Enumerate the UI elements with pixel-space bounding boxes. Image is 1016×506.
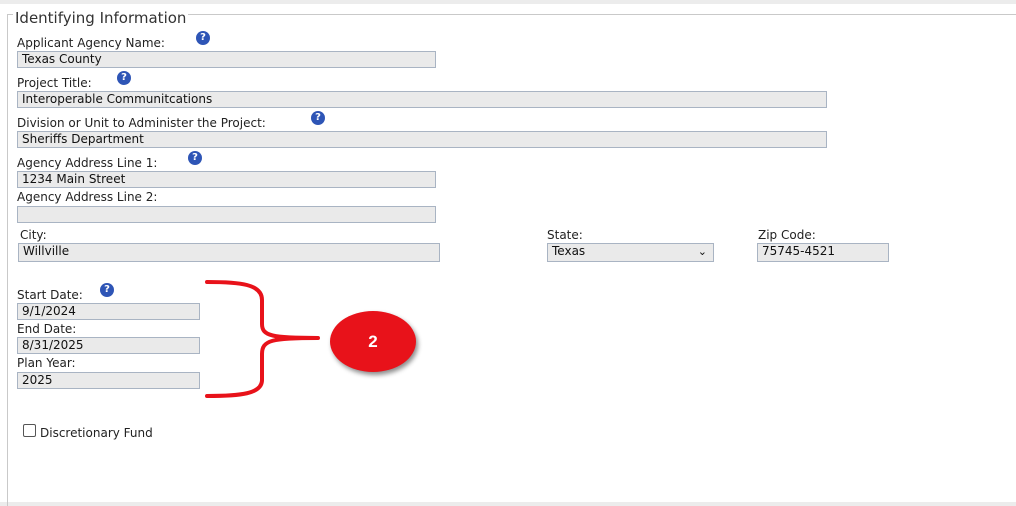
help-icon[interactable]: ? — [100, 283, 114, 297]
form-panel: Identifying Information Applicant Agency… — [0, 4, 1016, 506]
address-line-2-label: Agency Address Line 2: — [17, 190, 158, 204]
plan-year-label: Plan Year: — [17, 356, 76, 370]
zip-code-label: Zip Code: — [758, 228, 816, 242]
help-icon[interactable]: ? — [188, 151, 202, 165]
section-title: Identifying Information — [13, 9, 189, 27]
help-icon[interactable]: ? — [196, 31, 210, 45]
city-label: City: — [20, 228, 47, 242]
project-title-field[interactable]: Interoperable Communitcations — [17, 91, 827, 108]
chevron-down-icon[interactable]: ⌄ — [698, 245, 707, 258]
help-icon[interactable]: ? — [311, 111, 325, 125]
start-date-field[interactable]: 9/1/2024 — [17, 303, 200, 320]
state-label: State: — [547, 228, 583, 242]
applicant-agency-name-label: Applicant Agency Name: — [17, 36, 165, 50]
start-date-label: Start Date: — [17, 288, 83, 302]
address-line-2-field[interactable] — [17, 206, 436, 223]
help-icon[interactable]: ? — [117, 71, 131, 85]
division-label: Division or Unit to Administer the Proje… — [17, 116, 266, 130]
address-line-1-field[interactable]: 1234 Main Street — [17, 171, 436, 188]
project-title-label: Project Title: — [17, 76, 92, 90]
applicant-agency-name-field[interactable]: Texas County — [17, 51, 436, 68]
annotation-badge: 2 — [330, 311, 416, 372]
state-select[interactable]: Texas ⌄ — [547, 243, 714, 262]
annotation-bracket — [205, 280, 320, 398]
state-value: Texas — [552, 244, 586, 258]
end-date-label: End Date: — [17, 322, 77, 336]
discretionary-fund-checkbox[interactable] — [23, 424, 36, 437]
city-field[interactable]: Willville — [18, 243, 440, 262]
discretionary-fund-label: Discretionary Fund — [40, 426, 153, 440]
zip-code-field[interactable]: 75745-4521 — [757, 243, 889, 262]
end-date-field[interactable]: 8/31/2025 — [17, 337, 200, 354]
plan-year-field[interactable]: 2025 — [17, 372, 200, 389]
division-field[interactable]: Sheriffs Department — [17, 131, 827, 148]
address-line-1-label: Agency Address Line 1: — [17, 156, 158, 170]
